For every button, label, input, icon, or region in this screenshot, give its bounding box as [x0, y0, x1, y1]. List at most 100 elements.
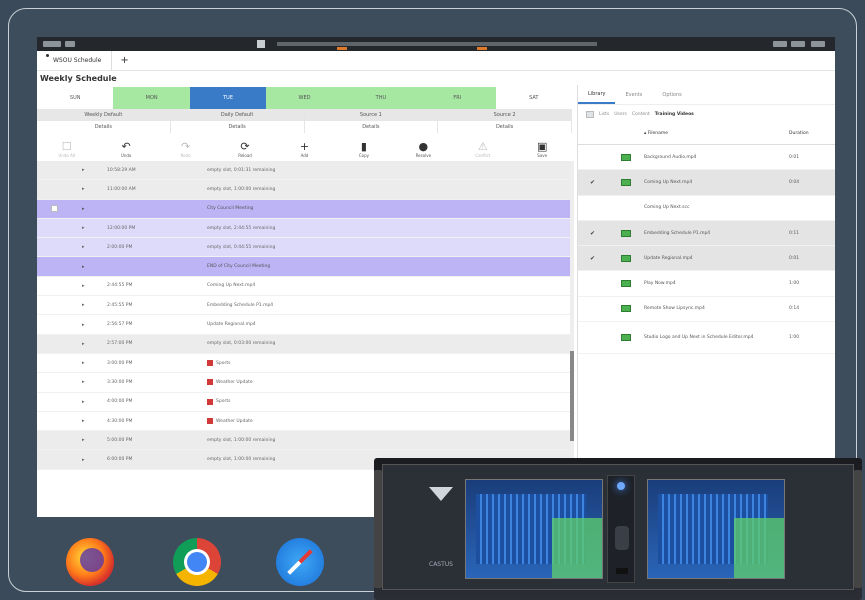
new-tab-button[interactable]: + — [120, 55, 128, 66]
window-control[interactable] — [811, 41, 825, 47]
video-file-icon — [621, 254, 631, 262]
expand-chevron-icon[interactable]: ▸ — [82, 341, 107, 347]
toolbar-label: Conflict — [475, 152, 491, 158]
row-description: Coming Up Next.mp4 — [207, 283, 572, 288]
folder-up-icon[interactable] — [586, 110, 594, 118]
table-row[interactable]: ▸ 11:00:00 AM empty slot, 1:00:00 remainin… — [37, 180, 572, 200]
table-row[interactable]: ▸ 2:57:00 PM empty slot, 0:03:00 remaining — [37, 334, 572, 354]
channel-detail[interactable]: Details — [304, 121, 439, 133]
day-tab-sat[interactable]: SAT — [496, 87, 572, 109]
add-button[interactable]: + Add — [275, 140, 334, 158]
scroll-thumb[interactable] — [570, 351, 574, 441]
expand-chevron-icon[interactable]: ▸ — [82, 244, 107, 250]
expand-chevron-icon[interactable]: ▸ — [82, 186, 107, 192]
file-row[interactable]: ✔ Embedding Schedule P1.mp4 0:11 — [578, 220, 835, 247]
file-checkbox[interactable]: ✔ — [578, 255, 608, 262]
day-tab-thu[interactable]: THU — [342, 87, 420, 109]
expand-chevron-icon[interactable]: ▸ — [82, 206, 107, 212]
chrome-icon[interactable] — [173, 538, 221, 586]
window-control[interactable] — [773, 41, 787, 47]
tab-close-icon[interactable] — [46, 54, 49, 57]
server-front-panel: CASTUS — [382, 464, 854, 590]
table-row[interactable]: ▸ 10:58:29 AM empty slot, 0:01:31 remainin… — [37, 161, 572, 181]
table-row[interactable]: ▸ 3:00:00 PM Sports — [37, 354, 572, 374]
channel-detail[interactable]: Details — [170, 121, 305, 133]
safari-icon[interactable] — [276, 538, 324, 586]
window-control[interactable] — [791, 41, 805, 47]
file-checkbox[interactable]: ✔ — [578, 230, 608, 237]
transport-control[interactable] — [65, 41, 75, 47]
tab-options[interactable]: Options — [652, 85, 691, 104]
file-row[interactable]: ✔ Coming Up Next.mp4 0:04 — [578, 170, 835, 196]
expand-chevron-icon[interactable]: ▸ — [82, 360, 107, 366]
file-row[interactable]: Background Audio.mp4 0:01 — [578, 145, 835, 171]
reload-button[interactable]: ⟳ Reload — [215, 140, 274, 158]
table-row[interactable]: ▸ 5:00:00 PM empty slot, 1:00:00 remaining — [37, 431, 572, 451]
table-row[interactable]: ▸ 2:00:00 PM empty slot, 0:44:55 remaining — [37, 238, 572, 258]
file-row[interactable]: Play Now.mp4 1:00 — [578, 271, 835, 297]
transport-control[interactable] — [43, 41, 61, 47]
expand-chevron-icon[interactable]: ▸ — [82, 437, 107, 443]
file-row[interactable]: Remote Show Lipsync.mp4 0:14 — [578, 297, 835, 323]
row-time: 12:00:00 PM — [107, 225, 136, 231]
checkbox[interactable] — [51, 205, 58, 213]
expand-chevron-icon[interactable]: ▸ — [82, 302, 107, 308]
table-row[interactable]: ▸ 2:56:57 PM Update Regional.mp4 — [37, 315, 572, 335]
table-row[interactable]: ▸ 2:45:55 PM Embedding Schedule P1.mp4 — [37, 296, 572, 316]
col-filename[interactable]: ▴ Filename — [644, 131, 789, 136]
breadcrumb-link[interactable]: Content — [632, 112, 650, 117]
table-row[interactable]: ▸ END of City Council Meeting — [37, 257, 572, 277]
file-name: Background Audio.mp4 — [644, 154, 697, 160]
tab-events[interactable]: Events — [615, 85, 652, 104]
undo-button[interactable]: ↶ Undo — [96, 140, 155, 158]
day-tab-mon[interactable]: MON — [113, 87, 190, 109]
expand-chevron-icon[interactable]: ▸ — [82, 457, 107, 463]
day-tab-sun[interactable]: SUN — [37, 87, 113, 109]
day-tab-tue[interactable]: TUE — [189, 87, 267, 109]
day-tab-fri[interactable]: FRI — [419, 87, 496, 109]
breadcrumb-items: Lists Users Content — [599, 112, 650, 117]
table-row[interactable]: ▸ City Council Meeting — [37, 199, 572, 219]
expand-chevron-icon[interactable]: ▸ — [82, 399, 107, 405]
table-row[interactable]: ▸ 4:00:00 PM Sports — [37, 393, 572, 412]
toolbar-label: Add — [300, 152, 309, 158]
row-select[interactable] — [37, 205, 82, 213]
expand-chevron-icon[interactable]: ▸ — [82, 225, 107, 231]
expand-chevron-icon[interactable]: ▸ — [82, 322, 107, 328]
col-duration[interactable]: Duration — [789, 131, 835, 136]
tab-schedule[interactable]: WSOU Schedule — [43, 51, 113, 70]
conflict-button[interactable]: ⚠ Conflict — [453, 140, 512, 158]
undo-all-button[interactable]: ☐ Undo All — [37, 140, 96, 158]
expand-chevron-icon[interactable]: ▸ — [82, 418, 107, 424]
table-row[interactable]: ▸ 2:44:55 PM Coming Up Next.mp4 — [37, 277, 572, 297]
tab-library[interactable]: Library — [578, 85, 616, 104]
day-tab-wed[interactable]: WED — [266, 87, 343, 109]
table-row[interactable]: ▸ 12:00:00 PM empty slot, 2:44:55 remainin… — [37, 218, 572, 239]
expand-chevron-icon[interactable]: ▸ — [82, 283, 107, 289]
scrubber[interactable] — [277, 42, 597, 46]
file-checkbox[interactable]: ✔ — [578, 179, 608, 186]
play-icon[interactable] — [257, 40, 265, 48]
channel-detail[interactable]: Details — [438, 121, 572, 133]
row-description-text: Update Regional.mp4 — [207, 322, 256, 328]
channel-detail[interactable]: Details — [37, 121, 171, 133]
firefox-icon[interactable] — [66, 538, 114, 586]
row-time: 2:56:57 PM — [107, 322, 133, 328]
expand-chevron-icon[interactable]: ▸ — [82, 264, 107, 270]
breadcrumb-link[interactable]: Users — [614, 112, 627, 117]
table-row[interactable]: ▸ 3:30:00 PM Weather Update — [37, 373, 572, 393]
expand-chevron-icon[interactable]: ▸ — [82, 167, 107, 173]
row-description-text: END of City Council Meeting — [207, 264, 271, 270]
toolbar-label: Save — [537, 152, 548, 158]
save-button[interactable]: ▣ Save — [513, 140, 572, 158]
file-row[interactable]: Coming Up Next.scc — [578, 196, 835, 221]
table-row[interactable]: ▸ 4:30:00 PM Weather Update — [37, 412, 572, 432]
redo-button[interactable]: ↷ Redo — [156, 140, 215, 158]
copy-button[interactable]: ▮ Copy — [334, 140, 393, 158]
tab-label: WSOU Schedule — [53, 57, 102, 64]
file-row[interactable]: ✔ Update Regional.mp4 0:01 — [578, 246, 835, 272]
breadcrumb-link[interactable]: Lists — [599, 112, 609, 117]
expand-chevron-icon[interactable]: ▸ — [82, 379, 107, 385]
file-row[interactable]: Studio Logo and Up Next in Schedule Edit… — [578, 322, 835, 355]
resolve-button[interactable]: ● Resolve — [394, 140, 453, 158]
